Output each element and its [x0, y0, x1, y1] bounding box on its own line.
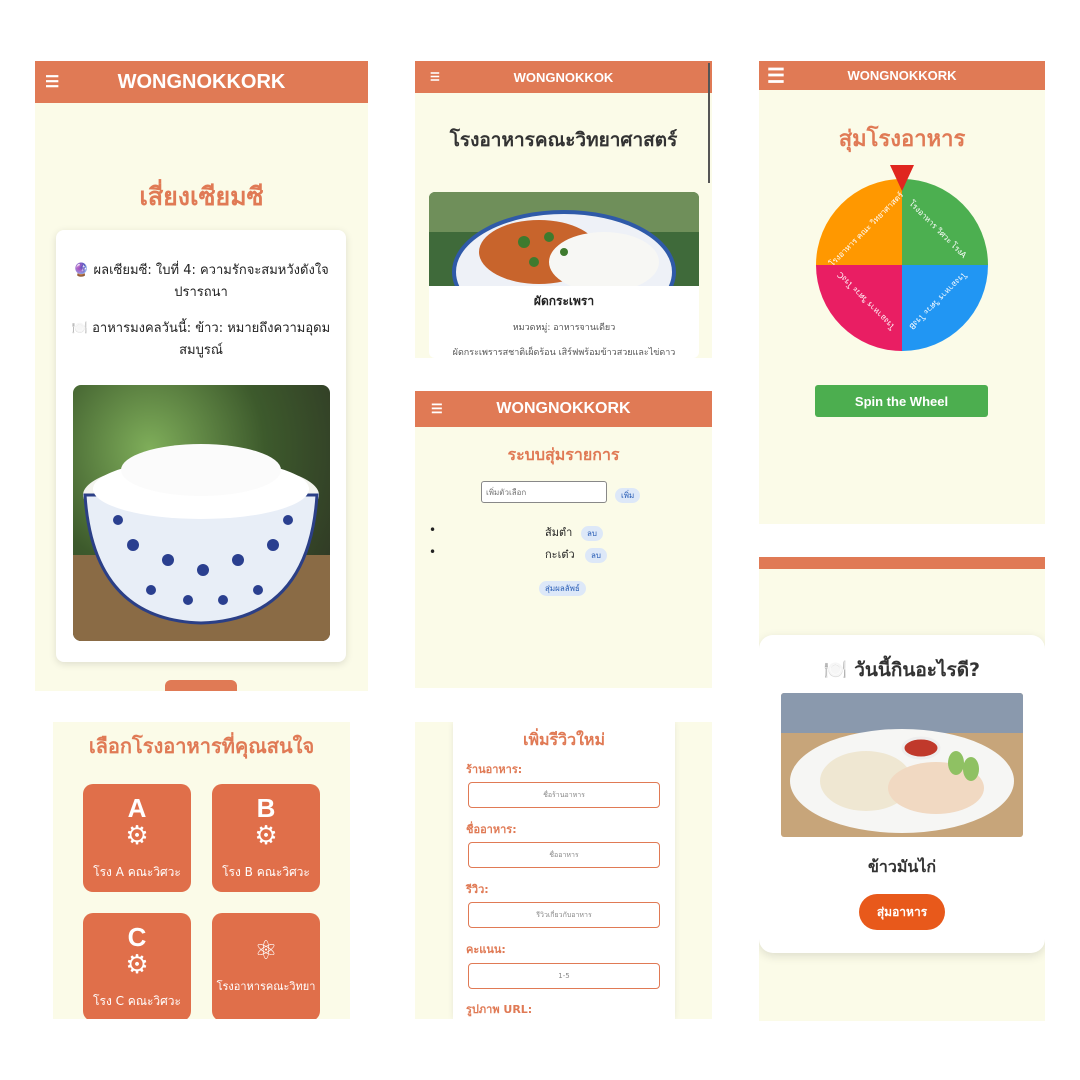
lucky-food: 🍽️ อาหารมงคลวันนี้: ข้าว: หมายถึงความอุด… — [71, 321, 331, 358]
canteen-tile-science[interactable]: ⚛ โรงอาหารคณะวิทยา — [212, 913, 320, 1019]
restaurant-label: ร้านอาหาร: — [466, 763, 523, 776]
wheel-screen: ☰ WONGNOKKORK สุ่มโรงอาหาร โรงอาหาร วิศว… — [759, 61, 1045, 524]
review-label: รีวิว: — [466, 883, 489, 896]
canteen-detail-screen: ☰ WONGNOKKOK โรงอาหารคณะวิทยาศาสตร์ ผัดก… — [415, 61, 712, 358]
app-title: WONGNOKKORK — [496, 400, 631, 417]
app-title: WONGNOKKOK — [513, 69, 614, 85]
list-item: • กะเต๋ว ลบ — [415, 545, 712, 567]
app-header — [759, 557, 1045, 569]
restaurant-input[interactable]: ชื่อร้านอาหาร — [468, 782, 660, 808]
gear-icon: ⚙ — [125, 821, 149, 851]
page-title: เพิ่มรีวิวใหม่ — [522, 730, 606, 749]
add-review-screen: เพิ่มรีวิวใหม่ ร้านอาหาร: ชื่อร้านอาหาร … — [415, 722, 712, 1019]
wheel-segment — [816, 179, 902, 265]
prize-wheel[interactable]: โรงอาหาร วิศวะ โรงAโรงอาหาร วิศวะ โรงBโร… — [802, 165, 1002, 365]
tile-letter: A — [127, 793, 147, 823]
image-url-label: รูปภาพ URL: — [466, 1003, 533, 1016]
select-canteen-screen: เลือกโรงอาหารที่คุณสนใจ A ⚙ โรง A คณะวิศ… — [53, 722, 350, 1019]
page-title: โรงอาหารคณะวิทยาศาสตร์ — [449, 129, 678, 151]
fortune-card: 🔮 ผลเซียมซี: ใบที่ 4: ความรักจะสมหวังดัง… — [56, 230, 346, 662]
menu-icon[interactable]: ☰ — [430, 71, 440, 84]
app-header: ☰ WONGNOKKORK — [415, 391, 712, 427]
score-label: คะแนน: — [466, 943, 506, 956]
list-item-label: กะเต๋ว — [545, 548, 575, 561]
dish-card[interactable]: ผัดกระเพรา หมวดหมู่: อาหารจานเดียว ผัดกร… — [429, 192, 699, 358]
gear-icon: ⚙ — [254, 821, 278, 851]
spin-wheel-button[interactable]: Spin the Wheel — [815, 385, 988, 417]
page-title: ระบบสุ่มรายการ — [507, 445, 620, 464]
wheel-segment — [816, 265, 902, 351]
canteen-tile-c[interactable]: C ⚙ โรง C คณะวิศวะ — [83, 913, 191, 1019]
gear-icon: ⚙ — [125, 950, 149, 980]
page-title: เลือกโรงอาหารที่คุณสนใจ — [88, 734, 315, 758]
canteen-tile-b[interactable]: B ⚙ โรง B คณะวิศวะ — [212, 784, 320, 892]
tile-label: โรงอาหารคณะวิทยา — [216, 980, 316, 993]
wheel-segment — [902, 179, 988, 265]
score-input[interactable]: 1-5 — [468, 963, 660, 989]
plate-icon: 🍽️ — [823, 659, 848, 681]
random-result-button[interactable]: สุ่มผลลัพธ์ — [539, 581, 586, 596]
menu-icon[interactable]: ☰ — [45, 72, 59, 92]
wheel-segment — [902, 265, 988, 351]
today-food-screen: 🍽️ วันนี้กินอะไรดี? ข้าวมันไก่ สุ่มอาหาร — [759, 557, 1045, 1021]
tile-letter: C — [127, 922, 147, 952]
list-item: • ส้มตำ ลบ — [415, 523, 712, 545]
dish-category: หมวดหมู่: อาหารจานเดียว — [512, 323, 616, 333]
page-title: เสี่ยงเซียมซี — [139, 182, 264, 211]
dish-photo — [429, 192, 699, 334]
app-title: WONGNOKKORK — [847, 68, 957, 83]
fortune-screen: ☰ WONGNOKKORK เสี่ยงเซียมซี 🔮 ผลเซียมซี:… — [35, 61, 368, 691]
app-header: ☰ WONGNOKKORK — [35, 61, 368, 103]
chicken-rice-photo — [781, 693, 1023, 837]
dish-name: ข้าวมันไก่ — [867, 857, 937, 876]
dish-label: ชื่ออาหาร: — [466, 823, 517, 836]
tile-letter: B — [256, 793, 276, 823]
canteen-tile-a[interactable]: A ⚙ โรง A คณะวิศวะ — [83, 784, 191, 892]
review-input[interactable]: รีวิวเกี่ยวกับอาหาร — [468, 902, 660, 928]
draw-fortune-button[interactable] — [165, 680, 237, 691]
dish-description: ผัดกระเพรารสชาติเผ็ดร้อน เสิร์ฟพร้อมข้าว… — [452, 348, 676, 358]
random-food-button[interactable]: สุ่มอาหาร — [859, 894, 945, 930]
today-food-card: 🍽️ วันนี้กินอะไรดี? ข้าวมันไก่ สุ่มอาหาร — [759, 635, 1045, 953]
scrollbar[interactable] — [708, 63, 710, 183]
list-item-label: ส้มตำ — [545, 526, 573, 539]
app-header: ☰ WONGNOKKORK — [759, 61, 1045, 90]
dish-name: ผัดกระเพรา — [533, 294, 595, 308]
add-button[interactable]: เพิ่ม — [615, 488, 641, 503]
dish-input[interactable]: ชื่ออาหาร — [468, 842, 660, 868]
app-header: ☰ WONGNOKKOK — [415, 61, 712, 93]
bullet: • — [429, 545, 437, 559]
menu-icon[interactable]: ☰ — [431, 401, 443, 417]
plate-icon: 🍽️ — [71, 321, 88, 336]
tile-label: โรง C คณะวิศวะ — [93, 994, 181, 1008]
random-list-screen: ☰ WONGNOKKORK ระบบสุ่มรายการ เพิ่ม • ส้ม… — [415, 391, 712, 688]
delete-button[interactable]: ลบ — [581, 526, 603, 541]
app-title: WONGNOKKORK — [117, 70, 286, 93]
bullet: • — [429, 523, 437, 537]
option-input[interactable] — [481, 481, 607, 503]
menu-icon[interactable]: ☰ — [767, 63, 785, 88]
tile-label: โรง B คณะวิศวะ — [222, 865, 310, 879]
rice-bowl-photo — [73, 385, 330, 641]
fortune-result: 🔮 ผลเซียมซี: ใบที่ 4: ความรักจะสมหวังดัง… — [73, 263, 329, 300]
delete-button[interactable]: ลบ — [585, 548, 607, 563]
page-title: สุ่มโรงอาหาร — [838, 127, 966, 152]
review-form: เพิ่มรีวิวใหม่ ร้านอาหาร: ชื่อร้านอาหาร … — [453, 722, 675, 1019]
atom-icon: ⚛ — [254, 936, 278, 966]
tile-label: โรง A คณะวิศวะ — [93, 865, 181, 879]
card-title: 🍽️ วันนี้กินอะไรดี? — [823, 659, 981, 681]
option-list: • ส้มตำ ลบ • กะเต๋ว ลบ — [415, 523, 712, 567]
crystal-ball-icon: 🔮 — [73, 263, 90, 278]
